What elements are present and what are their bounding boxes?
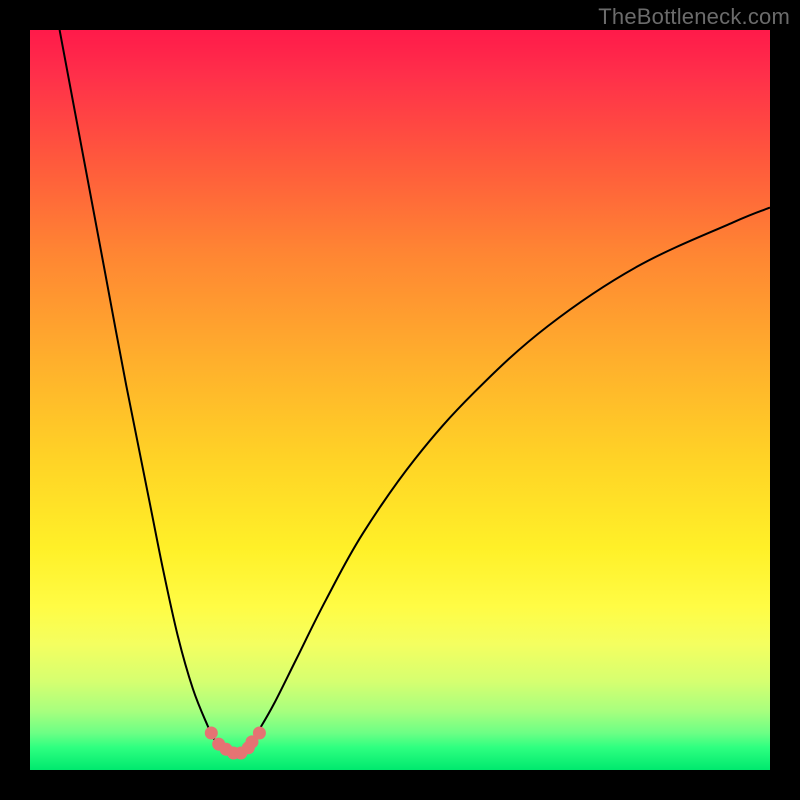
curve-left — [60, 30, 238, 755]
curve-right — [237, 208, 770, 756]
marker-dot — [205, 727, 218, 740]
watermark-text: TheBottleneck.com — [598, 4, 790, 30]
chart-svg — [30, 30, 770, 770]
bottom-markers — [205, 727, 266, 760]
marker-dot — [253, 727, 266, 740]
chart-frame: TheBottleneck.com — [0, 0, 800, 800]
plot-area — [30, 30, 770, 770]
